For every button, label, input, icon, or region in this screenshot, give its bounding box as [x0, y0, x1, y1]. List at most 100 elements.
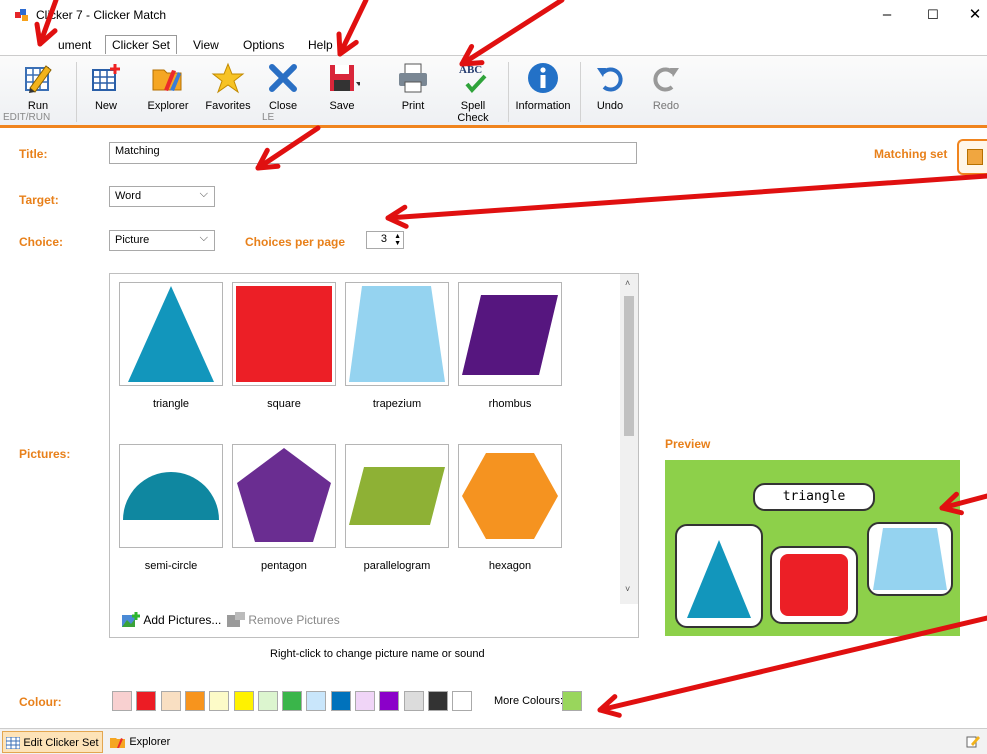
preview-choice	[675, 524, 763, 628]
undo-icon	[597, 67, 623, 92]
new-button[interactable]: New	[88, 60, 124, 112]
preview-word: triangle	[753, 483, 875, 511]
parallelogram-shape-icon	[349, 467, 445, 525]
colour-swatch[interactable]	[403, 691, 424, 711]
hexagon-shape-icon	[462, 453, 558, 539]
trapezium-shape-icon	[873, 528, 947, 590]
colour-swatch[interactable]	[379, 691, 400, 711]
title-input[interactable]: Matching	[109, 142, 637, 164]
edit-grid-icon	[5, 736, 21, 750]
print-label: Print	[401, 100, 425, 112]
run-label: Run	[27, 100, 49, 112]
colour-swatch[interactable]	[306, 691, 327, 711]
colour-swatch[interactable]	[427, 691, 448, 711]
pictures-label: Pictures:	[19, 447, 71, 461]
colour-swatch[interactable]	[233, 691, 254, 711]
remove-picture-icon	[227, 612, 245, 627]
more-colours-label: More Colours:	[494, 695, 564, 707]
remove-pictures-button[interactable]: Remove Pictures	[227, 612, 340, 630]
new-label: New	[94, 100, 117, 112]
save-button[interactable]: Save	[322, 60, 362, 112]
redo-icon	[653, 67, 679, 92]
choices-per-page-stepper[interactable]: 3 ▲ ▼	[366, 231, 404, 249]
remove-pictures-label: Remove Pictures	[248, 613, 340, 627]
edit-clicker-set-tab[interactable]: Edit Clicker Set	[2, 731, 103, 753]
information-button[interactable]: Information	[512, 60, 574, 112]
undo-button[interactable]: Undo	[592, 60, 628, 112]
menu-options[interactable]: Options	[243, 38, 284, 52]
target-select[interactable]: Word ⌵	[109, 186, 215, 207]
colour-swatch[interactable]	[282, 691, 303, 711]
spell-check-button[interactable]: ABC Spell Check	[445, 60, 501, 124]
menu-view[interactable]: View	[193, 38, 219, 52]
picture-item[interactable]: semi-circle	[119, 444, 223, 572]
colour-swatch[interactable]	[257, 691, 278, 711]
picture-item[interactable]: rhombus	[458, 282, 562, 410]
add-pictures-button[interactable]: Add Pictures...	[122, 612, 221, 630]
maximize-button[interactable]: ☐	[918, 4, 948, 26]
close-window-button[interactable]: ✕	[960, 4, 987, 26]
pictures-scrollbar[interactable]: ˄ ˅	[620, 274, 638, 604]
picture-name: pentagon	[261, 560, 307, 572]
picture-item[interactable]: parallelogram	[345, 444, 449, 572]
scroll-down-icon[interactable]: ˅	[625, 584, 630, 594]
colour-swatch[interactable]	[184, 691, 205, 711]
close-button[interactable]: Close	[265, 60, 301, 112]
picture-item[interactable]: pentagon	[232, 444, 336, 572]
save-disk-icon	[330, 65, 360, 91]
colour-swatch[interactable]	[160, 691, 181, 711]
minimize-button[interactable]: –	[872, 4, 902, 26]
scroll-thumb[interactable]	[624, 296, 634, 436]
run-button[interactable]: Run	[18, 60, 58, 112]
ribbon-separator	[580, 62, 581, 122]
run-grid-pencil-icon	[25, 65, 52, 93]
picture-item[interactable]: triangle	[119, 282, 223, 410]
colour-swatch[interactable]	[452, 691, 473, 711]
scroll-up-icon[interactable]: ˄	[625, 278, 630, 288]
colour-swatch[interactable]	[330, 691, 351, 711]
ribbon-accent-line	[0, 125, 987, 128]
redo-button[interactable]: Redo	[648, 60, 684, 112]
menu-document[interactable]: ument	[58, 38, 91, 52]
picture-item[interactable]: trapezium	[345, 282, 449, 410]
annotation-arrow	[385, 173, 987, 221]
favorites-label: Favorites	[205, 100, 251, 112]
choice-select[interactable]: Picture ⌵	[109, 230, 215, 251]
picture-name: trapezium	[372, 398, 422, 410]
more-colours-swatch[interactable]	[562, 691, 582, 711]
colour-swatch[interactable]	[355, 691, 375, 711]
chevron-down-icon: ⌵	[199, 188, 208, 200]
edit-pencil-icon[interactable]	[966, 734, 980, 748]
add-picture-icon	[122, 612, 140, 627]
choice-value: Picture	[115, 234, 150, 246]
printer-icon	[399, 63, 427, 93]
colour-swatch[interactable]	[136, 691, 157, 711]
preview-choice	[770, 546, 858, 624]
title-label: Title:	[19, 147, 48, 161]
add-pictures-label: Add Pictures...	[143, 613, 222, 627]
explorer-button[interactable]: Explorer	[143, 60, 193, 112]
edit-run-group-label: EDIT/RUN	[3, 112, 51, 123]
picture-name: hexagon	[488, 560, 532, 572]
menu-help[interactable]: Help	[308, 38, 333, 52]
information-label: Information	[515, 100, 571, 112]
colour-swatch[interactable]	[112, 691, 132, 711]
explorer-tab[interactable]: Explorer	[110, 731, 170, 751]
picture-item[interactable]: square	[232, 282, 336, 410]
pictures-hint: Right-click to change picture name or so…	[270, 648, 485, 660]
picture-name: semi-circle	[144, 560, 198, 572]
pictures-panel: triangle square trapezium rhombus semi-c…	[109, 273, 639, 638]
colour-swatch[interactable]	[209, 691, 230, 711]
new-grid-icon	[92, 64, 120, 91]
picture-item[interactable]: hexagon	[458, 444, 562, 572]
square-shape-icon	[780, 554, 848, 616]
stepper-arrows-icon[interactable]: ▲ ▼	[394, 233, 401, 247]
menu-clicker-set[interactable]: Clicker Set	[105, 35, 178, 54]
annotation-arrow-head	[597, 694, 622, 718]
favorites-button[interactable]: Favorites	[203, 60, 253, 112]
target-label: Target:	[19, 193, 59, 207]
matching-set-icon[interactable]	[957, 139, 987, 175]
target-value: Word	[115, 190, 142, 202]
explorer-status-label: Explorer	[129, 735, 171, 748]
print-button[interactable]: Print	[393, 60, 433, 112]
